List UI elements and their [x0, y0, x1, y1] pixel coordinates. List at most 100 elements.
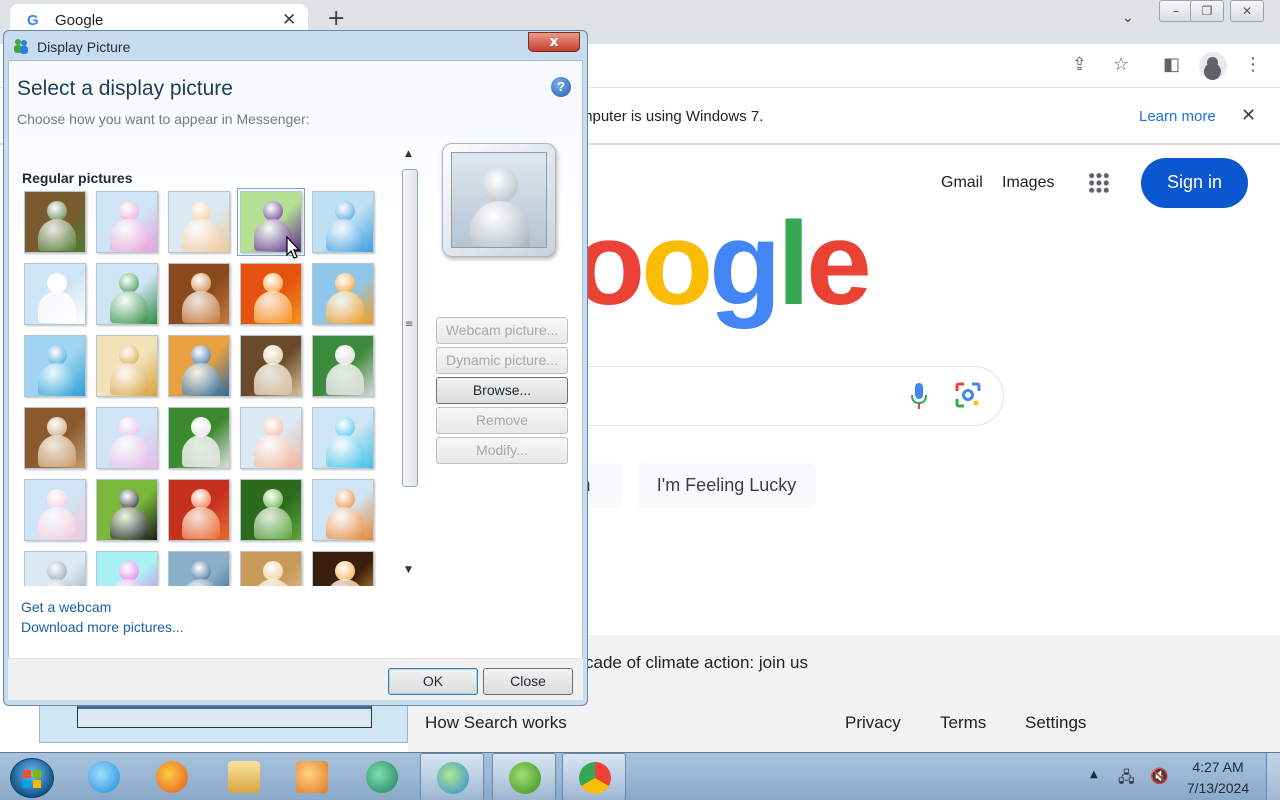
climate-action-text[interactable]: cade of climate action: join us — [585, 653, 808, 673]
kebab-menu-icon[interactable]: ⋮ — [1244, 54, 1262, 75]
clock-date[interactable]: 7/13/2024 — [1180, 780, 1256, 796]
picture-bonsai[interactable] — [24, 191, 86, 253]
privacy-link[interactable]: Privacy — [845, 713, 901, 733]
messenger-icon — [437, 762, 469, 794]
dialog-close-button[interactable]: x — [528, 32, 580, 52]
taskbar-utorrent[interactable] — [492, 753, 556, 800]
picture-soccer-ball[interactable] — [168, 407, 230, 469]
picture-basketball-23[interactable] — [312, 191, 374, 253]
taskbar-internet-explorer[interactable] — [72, 753, 136, 800]
display-picture-dialog: Display Picture x Select a display pictu… — [3, 30, 588, 706]
taskbar-chrome[interactable] — [562, 753, 626, 800]
network-icon[interactable]: 🖧 — [1118, 767, 1138, 787]
browse-button[interactable]: Browse... — [436, 377, 568, 404]
close-window-button[interactable]: ✕ — [1230, 0, 1264, 22]
new-tab-button[interactable]: + — [327, 6, 345, 31]
infobar-close-icon[interactable]: ✕ — [1241, 105, 1256, 126]
google-apps-icon[interactable] — [1088, 172, 1110, 194]
windows-logo-icon — [23, 770, 41, 788]
picture-meditate[interactable] — [24, 479, 86, 541]
scroll-up-icon[interactable]: ▲ — [405, 149, 412, 159]
taskbar-file-explorer[interactable] — [212, 753, 276, 800]
picture-starfish[interactable] — [168, 479, 230, 541]
dynamic-picture-button[interactable]: Dynamic picture... — [436, 347, 568, 374]
feeling-lucky-button[interactable]: I'm Feeling Lucky — [637, 463, 816, 508]
taskbar-firefox[interactable] — [140, 753, 204, 800]
remove-button[interactable]: Remove — [436, 407, 568, 434]
picture-rocker[interactable] — [312, 407, 374, 469]
images-link[interactable]: Images — [1002, 174, 1054, 192]
sidepanel-icon[interactable]: ◧ — [1163, 54, 1180, 75]
webcam-picture-button[interactable]: Webcam picture... — [436, 317, 568, 344]
picture-beach-chair[interactable] — [312, 479, 374, 541]
logo-letter: e — [806, 198, 872, 330]
picture-soccer-fan[interactable] — [312, 335, 374, 397]
picture-leaf[interactable] — [240, 479, 302, 541]
utorrent-icon — [509, 762, 541, 794]
lens-icon[interactable] — [955, 382, 981, 408]
tray-overflow-icon[interactable]: ▲ — [1090, 769, 1098, 780]
taskbar-media-player[interactable] — [280, 753, 344, 800]
default-avatar — [451, 152, 547, 248]
sign-in-button[interactable]: Sign in — [1141, 158, 1248, 208]
how-search-works-link[interactable]: How Search works — [425, 713, 567, 733]
chrome-icon — [579, 762, 611, 794]
picture-tennis[interactable] — [168, 191, 230, 253]
share-icon[interactable]: ⇪ — [1072, 54, 1087, 75]
media-player-icon — [296, 761, 328, 793]
picture-puppy[interactable] — [240, 551, 302, 586]
picture-suitcase[interactable] — [168, 263, 230, 325]
picture-skateboard[interactable] — [24, 551, 86, 586]
picture-goldfish[interactable] — [312, 263, 374, 325]
help-icon[interactable]: ? — [551, 77, 571, 97]
profile-icon[interactable] — [1199, 52, 1227, 80]
learn-more-link[interactable]: Learn more — [1139, 108, 1216, 125]
picture-scrollbar[interactable]: ▲ ≡ ▼ — [402, 149, 418, 577]
start-button[interactable] — [10, 758, 54, 798]
picture-surfer[interactable] — [96, 191, 158, 253]
terms-link[interactable]: Terms — [940, 713, 986, 733]
picture-autumn[interactable] — [96, 335, 158, 397]
dialog-title: Display Picture — [37, 39, 131, 55]
app-green-circle-icon — [366, 761, 398, 793]
gmail-link[interactable]: Gmail — [941, 174, 983, 192]
show-desktop-button[interactable] — [1266, 753, 1280, 800]
tab-search-chevron-icon[interactable]: ⌄ — [1122, 10, 1134, 26]
current-picture-preview — [442, 143, 556, 257]
file-explorer-icon — [228, 761, 260, 793]
picture-bass-clef[interactable] — [168, 335, 230, 397]
settings-link[interactable]: Settings — [1025, 713, 1086, 733]
picture-guitar[interactable] — [96, 407, 158, 469]
get-webcam-link[interactable]: Get a webcam — [21, 599, 111, 615]
picture-lights[interactable] — [312, 551, 374, 586]
tab-close-icon[interactable]: ✕ — [282, 10, 296, 30]
clock-time[interactable]: 4:27 AM — [1180, 759, 1256, 775]
taskbar: ▲ 🖧 🔇 4:27 AM 7/13/2024 — [0, 752, 1280, 800]
search-input[interactable] — [540, 366, 1004, 426]
scroll-down-icon[interactable]: ▼ — [405, 565, 412, 575]
picture-robot[interactable] — [168, 551, 230, 586]
modify-button[interactable]: Modify... — [436, 437, 568, 464]
picture-sparkle[interactable] — [96, 551, 158, 586]
picture-blocks[interactable] — [240, 407, 302, 469]
close-button[interactable]: Close — [483, 668, 573, 695]
picture-business[interactable] — [96, 263, 158, 325]
ok-button[interactable]: OK — [388, 668, 478, 695]
download-pictures-link[interactable]: Download more pictures... — [21, 619, 184, 635]
picture-cartoon-boy[interactable] — [96, 479, 158, 541]
infobar-text: mputer is using Windows 7. — [580, 108, 764, 125]
picture-flower[interactable] — [240, 263, 302, 325]
star-icon[interactable]: ☆ — [1113, 54, 1129, 75]
picture-chef[interactable] — [24, 263, 86, 325]
minimize-button[interactable]: – — [1159, 0, 1193, 22]
logo-letter: l — [777, 198, 810, 330]
taskbar-app-green-circle[interactable] — [350, 753, 414, 800]
volume-muted-icon[interactable]: 🔇 — [1150, 767, 1170, 787]
picture-beach[interactable] — [24, 335, 86, 397]
picture-kitten[interactable] — [24, 407, 86, 469]
restore-button[interactable]: ❐ — [1190, 0, 1224, 22]
taskbar-messenger[interactable] — [420, 753, 484, 800]
google-favicon-icon: G — [27, 12, 39, 29]
picture-chess[interactable] — [240, 335, 302, 397]
mic-icon[interactable] — [909, 382, 929, 412]
